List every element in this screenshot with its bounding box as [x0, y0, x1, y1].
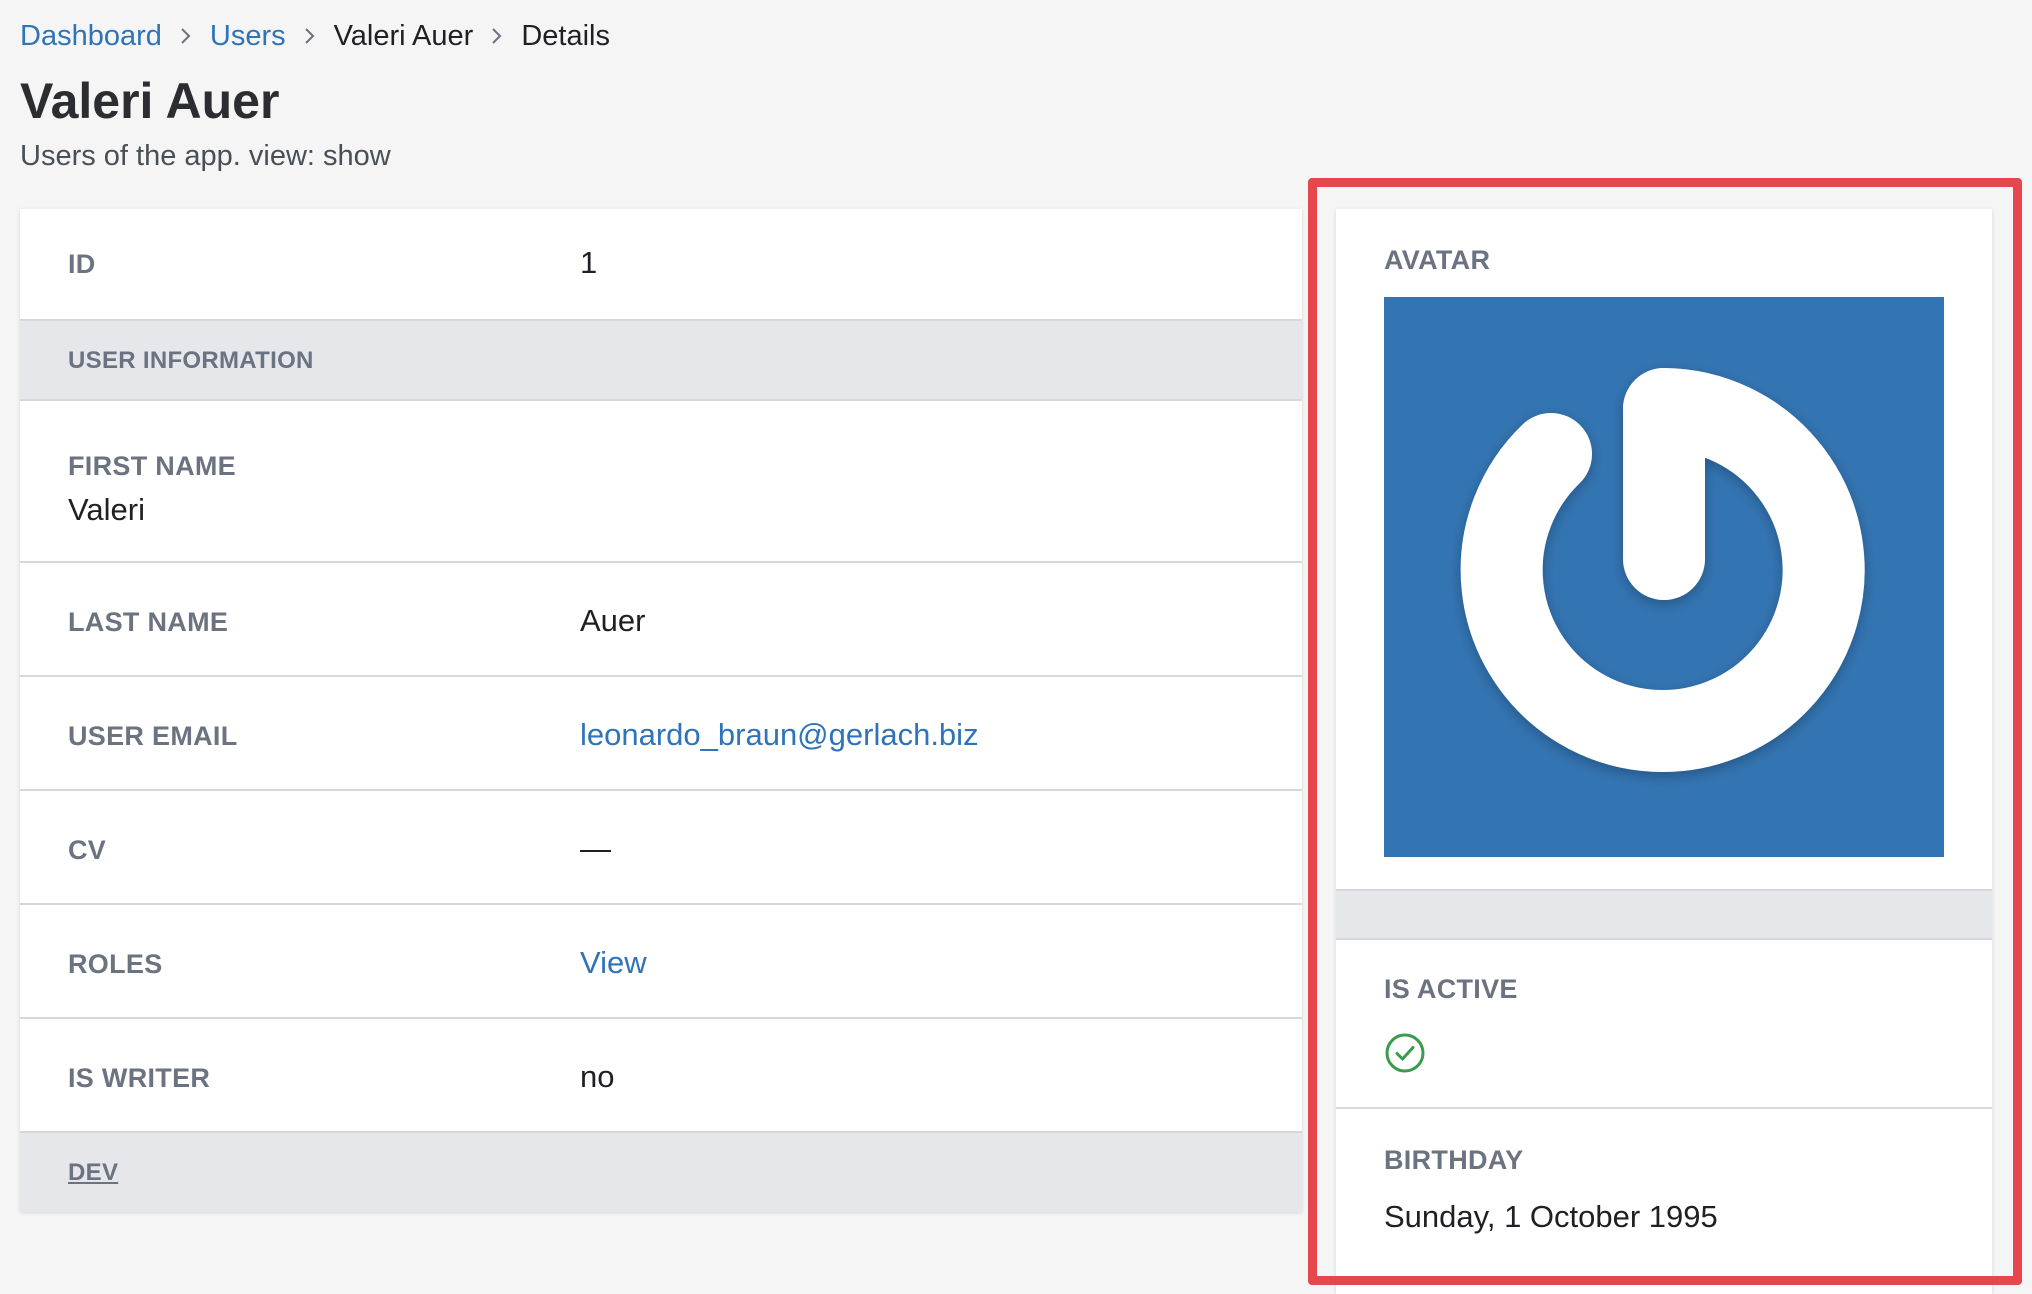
- chevron-right-icon: [303, 26, 317, 46]
- detail-value: Valeri: [68, 492, 145, 527]
- breadcrumb-users[interactable]: Users: [210, 20, 286, 53]
- section-label[interactable]: DEV: [68, 1159, 118, 1187]
- detail-label: CV: [68, 835, 107, 865]
- detail-label: LAST NAME: [68, 607, 229, 637]
- breadcrumb-dashboard[interactable]: Dashboard: [20, 20, 162, 53]
- detail-label: ROLES: [68, 949, 163, 979]
- detail-row-first-name: FIRST NAME Valeri: [20, 401, 1302, 563]
- detail-value: Auer: [580, 603, 646, 638]
- detail-value: no: [580, 1059, 615, 1094]
- roles-view-link[interactable]: View: [580, 945, 647, 981]
- detail-row-id: ID 1: [20, 209, 1302, 321]
- chevron-right-icon: [179, 26, 193, 46]
- detail-label: FIRST NAME: [68, 451, 236, 481]
- page-title: Valeri Auer: [20, 73, 280, 129]
- highlight-box: [1308, 178, 2022, 1285]
- breadcrumb-details: Details: [521, 19, 610, 52]
- detail-label: ID: [68, 249, 96, 279]
- detail-row-is-writer: IS WRITER no: [20, 1019, 1302, 1133]
- detail-row-roles: ROLES View: [20, 905, 1302, 1019]
- details-panel: ID 1 USER INFORMATION FIRST NAME Valeri …: [20, 209, 1302, 1212]
- chevron-right-icon: [490, 26, 504, 46]
- detail-row-cv: CV —: [20, 791, 1302, 905]
- detail-value: 1: [580, 245, 598, 280]
- detail-label: IS WRITER: [68, 1063, 211, 1093]
- detail-row-user-email: USER EMAIL leonardo_braun@gerlach.biz: [20, 677, 1302, 791]
- section-label: USER INFORMATION: [68, 347, 314, 374]
- user-email-link[interactable]: leonardo_braun@gerlach.biz: [580, 717, 979, 753]
- page-subtitle: Users of the app. view: show: [20, 140, 391, 172]
- detail-label: USER EMAIL: [68, 721, 238, 751]
- section-dev[interactable]: DEV: [20, 1133, 1302, 1212]
- breadcrumb-user: Valeri Auer: [333, 19, 474, 52]
- breadcrumb: Dashboard Users Valeri Auer Details: [20, 18, 610, 54]
- detail-value: —: [580, 831, 611, 866]
- detail-row-last-name: LAST NAME Auer: [20, 563, 1302, 677]
- section-user-information: USER INFORMATION: [20, 321, 1302, 401]
